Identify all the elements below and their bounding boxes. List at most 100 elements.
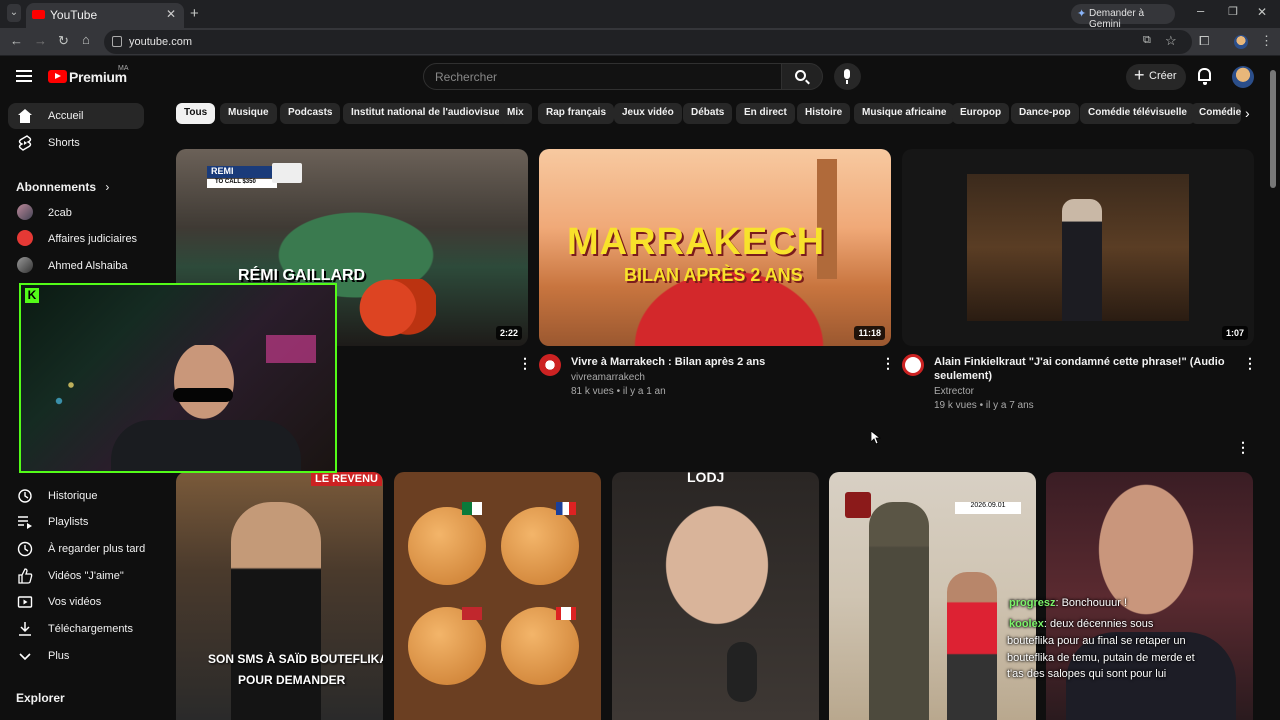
more-options-icon[interactable] xyxy=(1243,355,1257,372)
create-button[interactable]: + Créer xyxy=(1126,64,1186,90)
notifications-bell-icon[interactable] xyxy=(1198,68,1211,85)
gemini-button[interactable]: ✦ Demander à Gemini xyxy=(1071,4,1175,30)
chip-tv-comedy[interactable]: Comédie télévisuelle xyxy=(1080,103,1195,124)
back-icon[interactable]: ← xyxy=(10,33,23,48)
short-thumbnail[interactable] xyxy=(394,472,601,720)
reload-icon[interactable]: ↻ xyxy=(58,33,69,49)
channel-avatar[interactable] xyxy=(902,354,924,376)
voice-search-icon[interactable] xyxy=(834,63,861,90)
more-options-icon[interactable] xyxy=(518,355,532,372)
chip-all[interactable]: Tous xyxy=(176,103,216,124)
sidebar-item-label: Vos vidéos xyxy=(48,596,102,608)
sidebar-item-label: Shorts xyxy=(48,137,80,149)
sidebar-item-history[interactable]: Historique xyxy=(8,483,144,509)
chip-live[interactable]: En direct xyxy=(736,103,795,124)
channel-name[interactable]: Extrector xyxy=(934,384,974,399)
sidebar-item-downloads[interactable]: Téléchargements xyxy=(8,616,144,642)
chip-europop[interactable]: Europop xyxy=(952,103,1010,124)
chip-video-games[interactable]: Jeux vidéo xyxy=(614,103,682,124)
chip-ina[interactable]: Institut national de l'audiovisuel xyxy=(343,103,511,124)
sunglasses xyxy=(173,388,233,402)
sidebar-item-label: 2cab xyxy=(48,207,72,219)
sidebar-item-watch-later[interactable]: À regarder plus tard xyxy=(8,536,145,562)
video-thumbnail[interactable]: 1:07 xyxy=(902,149,1254,346)
home-icon[interactable]: ⌂ xyxy=(82,32,90,47)
video-title-line[interactable]: seulement) xyxy=(934,369,992,383)
country-code: MA xyxy=(118,65,129,72)
chip-dance-pop[interactable]: Dance-pop xyxy=(1011,103,1079,124)
extensions-icon[interactable]: ⧠ xyxy=(1199,33,1209,49)
chip-african-music[interactable]: Musique africaine xyxy=(854,103,955,124)
hamburger-menu-icon[interactable] xyxy=(16,70,32,82)
chat-message: progresz: Bonchouuur ! xyxy=(1009,597,1128,609)
short-thumbnail[interactable] xyxy=(1046,472,1253,720)
search-button[interactable] xyxy=(781,63,823,90)
install-app-icon[interactable]: ⧉ xyxy=(1143,34,1151,47)
browser-menu-icon[interactable]: ⋮ xyxy=(1260,33,1273,49)
short-thumbnail[interactable]: 2026.09.01 xyxy=(829,472,1036,720)
morocco-flag-icon xyxy=(462,607,482,620)
sidebar-item-liked-videos[interactable]: Vidéos "J'aime" xyxy=(8,563,144,589)
sidebar-item-label: Playlists xyxy=(48,516,89,528)
chip-mix[interactable]: Mix xyxy=(499,103,532,124)
omnibox[interactable]: youtube.com xyxy=(104,30,1192,54)
sidebar-item-more[interactable]: Plus xyxy=(8,643,144,669)
address-bar-row: ← → ↻ ⌂ youtube.com ⧉ ☆ ⧠ ⋮ xyxy=(0,28,1280,56)
channel-avatar[interactable] xyxy=(539,354,561,376)
video-title[interactable]: Vivre à Marrakech : Bilan après 2 ans xyxy=(571,355,765,369)
chip-comedies[interactable]: Comédies xyxy=(1191,103,1241,124)
duration-badge: 11:18 xyxy=(854,326,885,340)
subscriptions-heading[interactable]: Abonnements › xyxy=(16,180,109,194)
site-info-icon[interactable] xyxy=(112,36,122,47)
sidebar-item-home[interactable]: Accueil xyxy=(8,103,144,129)
video-title-line[interactable]: Alain Finkielkraut "J'ai condamné cette … xyxy=(934,355,1225,369)
download-icon xyxy=(17,621,33,637)
chip-music[interactable]: Musique xyxy=(220,103,277,124)
new-tab-icon[interactable]: + xyxy=(190,5,199,22)
plus-icon: + xyxy=(1134,65,1145,85)
sidebar-item-subscription[interactable]: 2cab xyxy=(8,200,144,226)
sidebar-item-subscription[interactable]: Affaires judiciaires xyxy=(8,226,144,252)
bookmark-star-icon[interactable]: ☆ xyxy=(1165,33,1177,49)
account-avatar[interactable] xyxy=(1232,66,1254,88)
burger-bun xyxy=(408,507,486,585)
search-input[interactable]: Rechercher xyxy=(423,63,782,90)
shorts-icon xyxy=(17,135,33,151)
face xyxy=(652,490,782,640)
profile-avatar[interactable] xyxy=(1234,35,1248,49)
shorts-more-icon[interactable] xyxy=(1236,439,1250,456)
channel-avatar xyxy=(17,230,33,246)
restore-icon[interactable]: ❐ xyxy=(1228,5,1238,18)
minimize-icon[interactable]: – xyxy=(1197,3,1204,18)
tab-search-icon[interactable]: ⌄ xyxy=(7,4,21,22)
france-flag-icon xyxy=(556,502,576,515)
forward-icon[interactable]: → xyxy=(34,33,47,48)
sidebar-item-shorts[interactable]: Shorts xyxy=(8,130,144,156)
background-screen xyxy=(266,335,316,363)
soldier-figure xyxy=(869,502,929,720)
url-text: youtube.com xyxy=(129,36,192,48)
channel-name[interactable]: vivreamarrakech xyxy=(571,370,645,385)
chip-debates[interactable]: Débats xyxy=(683,103,733,124)
chevron-right-icon[interactable]: › xyxy=(1245,105,1250,121)
close-window-icon[interactable]: ✕ xyxy=(1257,5,1267,19)
chip-history[interactable]: Histoire xyxy=(797,103,851,124)
sidebar-item-playlists[interactable]: Playlists xyxy=(8,509,144,535)
short-thumbnail[interactable]: LODJ xyxy=(612,472,819,720)
more-options-icon[interactable] xyxy=(881,355,895,372)
streamer-webcam-overlay: K xyxy=(19,283,337,473)
short-caption: SON SMS À SAÏD BOUTEFLIKA xyxy=(208,652,383,666)
sidebar-item-subscription[interactable]: Ahmed Alshaiba xyxy=(8,253,144,279)
chip-rap-francais[interactable]: Rap français xyxy=(538,103,615,124)
close-tab-icon[interactable]: ✕ xyxy=(166,7,176,21)
canada-flag-icon xyxy=(556,607,576,620)
sidebar-item-your-videos[interactable]: Vos vidéos xyxy=(8,589,144,615)
chevron-right-icon: › xyxy=(105,180,110,194)
browser-tab[interactable]: YouTube ✕ xyxy=(26,3,184,28)
thumbnail-title: MARRAKECH xyxy=(567,221,826,263)
chip-podcasts[interactable]: Podcasts xyxy=(280,103,341,124)
page-scrollbar[interactable] xyxy=(1270,70,1276,188)
short-thumbnail[interactable]: LE REVENU SON SMS À SAÏD BOUTEFLIKA POUR… xyxy=(176,472,383,720)
library-scene xyxy=(967,174,1189,321)
video-thumbnail[interactable]: MARRAKECH BILAN APRÈS 2 ANS 11:18 xyxy=(539,149,891,346)
